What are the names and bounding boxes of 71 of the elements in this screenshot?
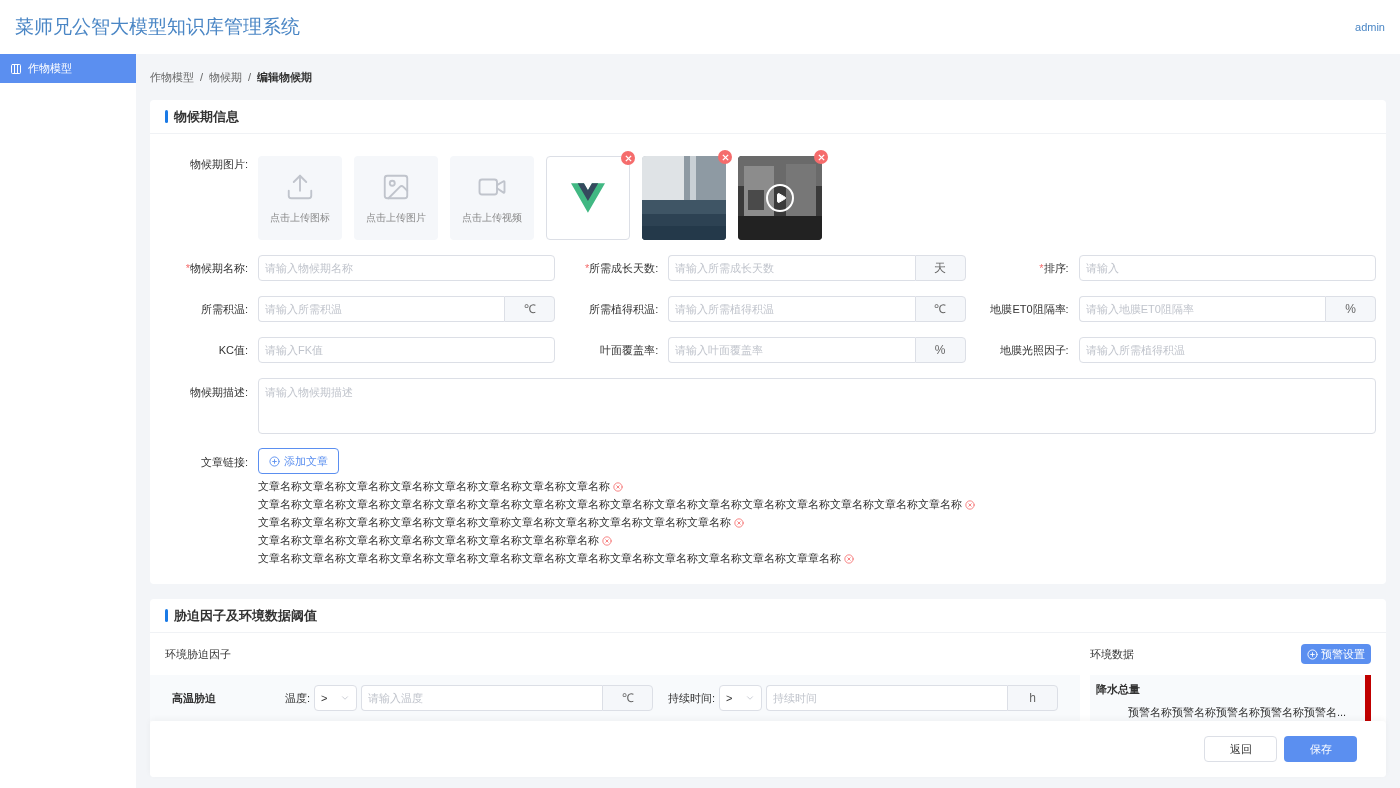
unit-suffix: ℃ <box>914 296 966 322</box>
sidebar-item[interactable]: 作物模型 <box>0 54 136 83</box>
field-label: KC值: <box>218 342 248 358</box>
field-label: 所需成长天数: <box>589 260 659 276</box>
app-title: 菜师兄公智大模型知识库管理系统 <box>15 14 300 39</box>
required-mark: * <box>1039 260 1044 276</box>
plus-icon <box>1307 648 1318 660</box>
section-title: 胁迫因子及环境数据阈值 <box>174 606 317 625</box>
field-label: 物候期名称: <box>189 260 248 276</box>
field-label: 持续时间: <box>666 690 715 706</box>
field-label: 物候期描述: <box>188 385 248 400</box>
breadcrumb-separator: / <box>200 69 204 85</box>
accent-bar-icon <box>165 609 168 622</box>
remove-icon[interactable] <box>621 151 635 165</box>
remove-icon[interactable] <box>602 536 612 546</box>
remove-icon[interactable] <box>814 150 828 164</box>
operator-select[interactable]: > <box>314 685 357 711</box>
unit-suffix: 天 <box>914 255 966 281</box>
required-mark: * <box>585 260 590 276</box>
unit-suffix: h <box>1007 685 1058 711</box>
remove-icon[interactable] <box>734 518 744 528</box>
field-label: 所需植得积温: <box>589 301 659 317</box>
remove-icon[interactable] <box>844 554 854 564</box>
unit-suffix: % <box>914 337 966 363</box>
breadcrumb-item: 编辑物候期 <box>257 69 313 85</box>
columns-icon <box>10 62 22 75</box>
breadcrumb-separator: / <box>248 69 252 85</box>
operator-select[interactable]: > <box>719 685 762 711</box>
field-label: 地膜ET0阻隔率: <box>990 301 1069 317</box>
subsection-title: 环境胁迫因子 <box>164 646 232 662</box>
article-link[interactable]: 文章名称文章名称文章名称文章名称文章名称文章名称文章名称章名称 <box>258 533 599 549</box>
article-link[interactable]: 文章名称文章名称文章名称文章名称文章名称文章名称文章名称文章名称文章名称文章名称文章名称文章名称文章名称文章名称文章名称文章名称 <box>258 497 962 513</box>
section-title: 物候期信息 <box>174 107 239 126</box>
field-label: 所需积温: <box>200 301 248 317</box>
unit-suffix: ℃ <box>602 685 653 711</box>
warning-name: 预警名称预警名称预警名称预警名称预警名... <box>1127 704 1348 720</box>
field-label: 文章链接: <box>199 455 248 470</box>
plus-icon <box>269 455 280 467</box>
article-link[interactable]: 文章名称文章名称文章名称文章名称文章名称文章称文章名称文章名称文章名称文章名称文章名称 <box>258 515 731 531</box>
field-label: 温度: <box>283 690 310 706</box>
play-icon[interactable] <box>766 184 794 212</box>
warning-settings-button[interactable]: 预警设置 <box>1301 644 1371 664</box>
chevron-down-icon <box>745 693 755 703</box>
chevron-down-icon <box>340 693 350 703</box>
article-link[interactable]: 文章名称文章名称文章名称文章名称文章名称文章名称文章名称文章名称文章名称文章名称文章名称文章名称文章章名称 <box>258 551 841 567</box>
field-label: 叶面覆盖率: <box>600 342 659 358</box>
add-article-button[interactable]: 添加文章 <box>258 448 339 474</box>
accent-bar-icon <box>165 110 168 123</box>
remove-icon[interactable] <box>718 150 732 164</box>
required-mark: * <box>185 260 190 276</box>
article-link[interactable]: 文章名称文章名称文章名称文章名称文章名称文章名称文章名称文章名称 <box>258 479 610 495</box>
unit-suffix: % <box>1325 296 1376 322</box>
v-logo-icon <box>571 183 605 213</box>
remove-icon[interactable] <box>613 482 623 492</box>
environment-name: 降水总量 <box>1096 682 1141 697</box>
stress-name: 高温胁迫 <box>172 690 217 706</box>
environment-item[interactable]: 降水总量 预警名称预警名称预警名称预警名称预警名... <box>1090 675 1365 721</box>
field-label: 地膜光照因子: <box>999 342 1069 358</box>
breadcrumb-item[interactable]: 作物模型 <box>150 68 194 86</box>
upload-tile[interactable]: 点击上传图片 <box>354 156 438 240</box>
upload-tile[interactable]: 点击上传视频 <box>450 156 534 240</box>
user-name[interactable]: admin <box>1355 18 1385 36</box>
subsection-title: 环境数据 <box>1090 646 1134 662</box>
unit-suffix: ℃ <box>504 296 556 322</box>
field-label: 物候期图片: <box>188 157 248 172</box>
back-button[interactable]: 返回 <box>1204 736 1277 762</box>
upload-tile[interactable]: 点击上传图标 <box>258 156 342 240</box>
save-button[interactable]: 保存 <box>1284 736 1357 762</box>
remove-icon[interactable] <box>965 500 975 510</box>
breadcrumb-item[interactable]: 物候期 <box>209 68 243 86</box>
field-label: 排序: <box>1043 260 1069 276</box>
